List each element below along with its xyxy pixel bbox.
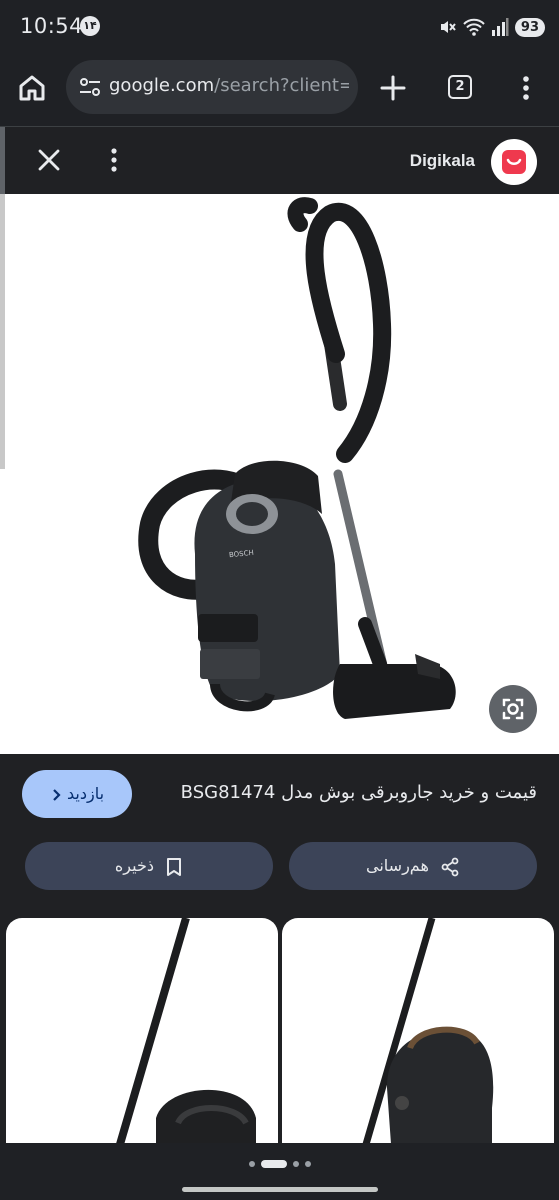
- notification-badge: ۱۴: [80, 16, 100, 36]
- more-vert-icon: [111, 148, 117, 172]
- status-bar: 10:54 ۱۴ 93: [0, 0, 559, 56]
- save-button[interactable]: ذخیره: [25, 842, 273, 890]
- image-result-sheet: Digikala BOSCH بازدید قیمت و خرید جاروبر…: [0, 126, 559, 1200]
- related-image-card[interactable]: [6, 918, 278, 1158]
- visit-label: بازدید: [67, 784, 105, 803]
- close-button[interactable]: [34, 145, 64, 175]
- signal-icon: [491, 18, 509, 36]
- chevron-left-icon: [53, 788, 61, 801]
- gesture-nav-handle[interactable]: [182, 1187, 378, 1192]
- close-icon: [38, 149, 60, 171]
- url-path: /search?client=ms-: [214, 75, 349, 96]
- more-vert-icon: [523, 76, 529, 100]
- url-text[interactable]: google.com/search?client=ms-: [109, 75, 349, 96]
- related-image-card[interactable]: [282, 918, 554, 1158]
- address-bar[interactable]: google.com/search?client=ms-: [66, 60, 358, 114]
- lens-icon: [502, 698, 524, 720]
- image-pager: [0, 1154, 559, 1174]
- save-label: ذخیره: [114, 856, 154, 875]
- share-icon: [441, 857, 459, 876]
- plus-icon: [380, 75, 406, 101]
- share-button[interactable]: هم‌رسانی: [289, 842, 537, 890]
- browser-toolbar: google.com/search?client=ms- 2: [0, 58, 559, 116]
- pager-dot[interactable]: [304, 1161, 311, 1167]
- sheet-scroll-edge: [0, 127, 5, 195]
- tab-switcher-button[interactable]: 2: [448, 75, 472, 99]
- digikala-logo-icon: [502, 150, 526, 174]
- battery-level: 93: [514, 17, 545, 37]
- pager-dot-active[interactable]: [260, 1160, 287, 1168]
- image-scrollbar: [0, 194, 5, 469]
- status-icons: 93: [437, 14, 545, 40]
- pager-dot[interactable]: [292, 1161, 299, 1167]
- browser-menu-button[interactable]: [514, 72, 538, 104]
- site-logo[interactable]: [491, 139, 537, 185]
- site-name[interactable]: Digikala: [410, 151, 475, 171]
- share-label: هم‌رسانی: [366, 856, 429, 875]
- vacuum-cleaner-illustration: [138, 197, 456, 719]
- tune-icon[interactable]: [78, 75, 102, 99]
- sheet-header: Digikala: [0, 126, 559, 195]
- visit-button[interactable]: بازدید: [22, 770, 132, 818]
- new-tab-button[interactable]: [377, 72, 409, 104]
- related-vacuum-image: [112, 918, 256, 1158]
- bookmark-icon: [167, 857, 182, 876]
- url-host: google.com: [109, 75, 215, 96]
- related-vacuum-image: [358, 918, 494, 1158]
- home-icon: [19, 75, 45, 101]
- status-time: 10:54: [20, 14, 84, 38]
- sheet-menu-button[interactable]: [104, 145, 124, 175]
- product-image[interactable]: BOSCH: [0, 194, 559, 754]
- google-lens-button[interactable]: [489, 685, 537, 733]
- home-button[interactable]: [14, 70, 50, 106]
- wifi-icon: [463, 18, 485, 36]
- mute-icon: [440, 21, 456, 33]
- result-title: قیمت و خرید جاروبرقی بوش مدل BSG81474: [180, 782, 537, 803]
- pager-dot[interactable]: [248, 1161, 255, 1167]
